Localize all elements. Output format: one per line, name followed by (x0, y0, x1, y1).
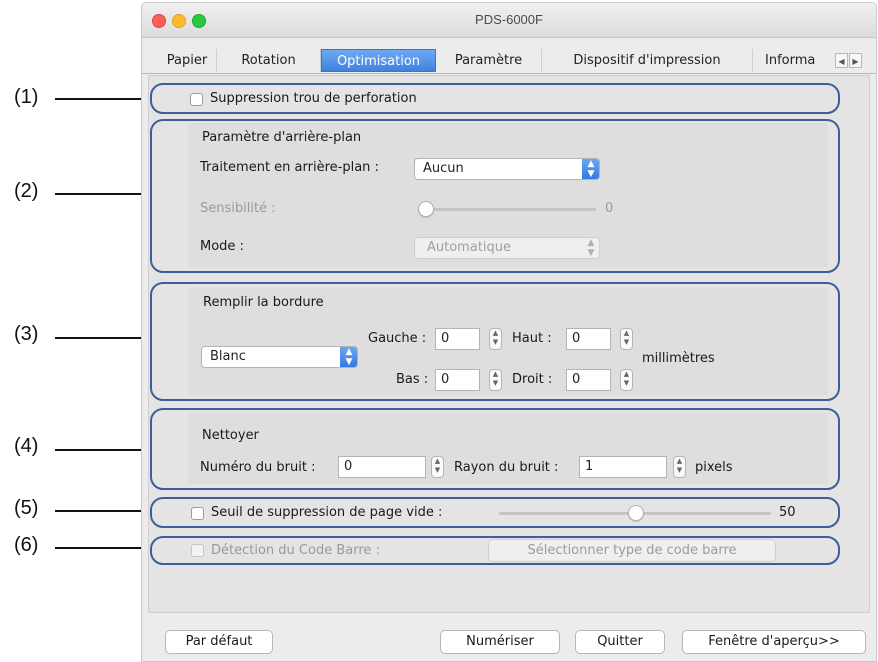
left-margin-label: Gauche : (368, 331, 427, 346)
barcode-label: Détection du Code Barre : (211, 543, 380, 558)
callout-3: (3) (14, 323, 39, 345)
select-barcode-type-button[interactable]: Sélectionner type de code barre (488, 539, 776, 562)
blank-page-value: 50 (779, 505, 796, 520)
right-margin-stepper[interactable]: ▲ ▼ (620, 369, 633, 391)
sensitivity-value: 0 (605, 201, 614, 216)
tab-optimisation[interactable]: Optimisation (321, 49, 436, 72)
bottom-margin-stepper[interactable]: ▲ ▼ (489, 369, 502, 391)
mode-label: Mode : (200, 239, 244, 254)
left-margin-field[interactable]: 0 (435, 328, 480, 350)
blank-page-checkbox[interactable] (191, 507, 204, 520)
tab-bar: Papier Rotation Optimisation Paramètre D… (142, 49, 876, 74)
callout-4: (4) (14, 435, 39, 457)
noise-number-stepper[interactable]: ▲ ▼ (431, 456, 444, 478)
quit-button[interactable]: Quitter (575, 630, 665, 654)
bottom-margin-field[interactable]: 0 (435, 369, 480, 391)
blank-page-label: Seuil de suppression de page vide : (211, 505, 443, 520)
callout-1-leader (55, 98, 151, 100)
noise-number-field[interactable]: 0 (338, 456, 426, 478)
right-margin-field[interactable]: 0 (566, 369, 611, 391)
callout-5-leader (55, 510, 151, 512)
callout-3-leader (55, 337, 151, 339)
background-treatment-popup[interactable]: Aucun ▲ ▼ (414, 158, 600, 180)
default-button[interactable]: Par défaut (165, 630, 273, 654)
tab-rotation[interactable]: Rotation (217, 49, 321, 72)
top-margin-field[interactable]: 0 (566, 328, 611, 350)
top-margin-stepper[interactable]: ▲ ▼ (620, 328, 633, 350)
tab-dispositif-impression[interactable]: Dispositif d'impression (542, 49, 753, 72)
punch-hole-checkbox[interactable] (190, 93, 203, 106)
noise-unit: pixels (695, 460, 733, 475)
background-title: Paramètre d'arrière-plan (202, 130, 362, 145)
mode-popup[interactable]: Automatique ▲ ▼ (414, 237, 600, 259)
tab-scroll-right-icon[interactable]: ▶ (849, 53, 862, 68)
callout-4-leader (55, 449, 151, 451)
edge-fill-color-popup[interactable]: Blanc ▲ ▼ (201, 346, 358, 368)
noise-radius-stepper[interactable]: ▲ ▼ (673, 456, 686, 478)
background-treatment-label: Traitement en arrière-plan : (200, 160, 379, 175)
tab-parametre[interactable]: Paramètre (436, 49, 542, 72)
popup-arrows-icon: ▲ ▼ (587, 238, 595, 258)
popup-arrows-icon: ▲ ▼ (340, 347, 357, 367)
title-bar: PDS-6000F (142, 3, 876, 38)
blank-page-slider-knob[interactable] (628, 505, 644, 521)
callout-6-leader (55, 547, 151, 549)
edge-fill-title: Remplir la bordure (203, 295, 324, 310)
noise-title: Nettoyer (202, 428, 259, 443)
tab-papier[interactable]: Papier (158, 49, 217, 72)
callout-2-leader (55, 193, 151, 195)
tab-informations[interactable]: Informa (753, 49, 833, 72)
noise-number-label: Numéro du bruit : (200, 460, 316, 475)
top-margin-label: Haut : (512, 331, 552, 346)
callout-1: (1) (14, 86, 39, 108)
noise-radius-field[interactable]: 1 (579, 456, 667, 478)
scan-button[interactable]: Numériser (440, 630, 560, 654)
callout-6: (6) (14, 534, 39, 556)
callout-2: (2) (14, 180, 39, 202)
bottom-margin-label: Bas : (396, 372, 429, 387)
right-margin-label: Droit : (512, 372, 553, 387)
punch-hole-label: Suppression trou de perforation (210, 91, 417, 106)
popup-arrows-icon: ▲ ▼ (582, 159, 599, 179)
sensitivity-slider-knob[interactable] (418, 201, 434, 217)
callout-5: (5) (14, 497, 39, 519)
mode-value: Automatique (427, 240, 512, 255)
preview-window-button[interactable]: Fenêtre d'aperçu>> (682, 630, 866, 654)
tab-scroll-left-icon[interactable]: ◀ (835, 53, 848, 68)
edge-fill-unit: millimètres (642, 351, 715, 366)
window-title: PDS-6000F (475, 12, 543, 27)
noise-radius-label: Rayon du bruit : (454, 460, 559, 475)
left-margin-stepper[interactable]: ▲ ▼ (489, 328, 502, 350)
scanner-settings-window: PDS-6000F Papier Rotation Optimisation P… (141, 2, 877, 662)
sensitivity-label: Sensibilité : (200, 201, 276, 216)
sensitivity-slider-track (422, 208, 596, 211)
barcode-checkbox[interactable] (191, 544, 204, 557)
edge-fill-color-value: Blanc (210, 349, 246, 364)
background-treatment-value: Aucun (423, 161, 464, 176)
